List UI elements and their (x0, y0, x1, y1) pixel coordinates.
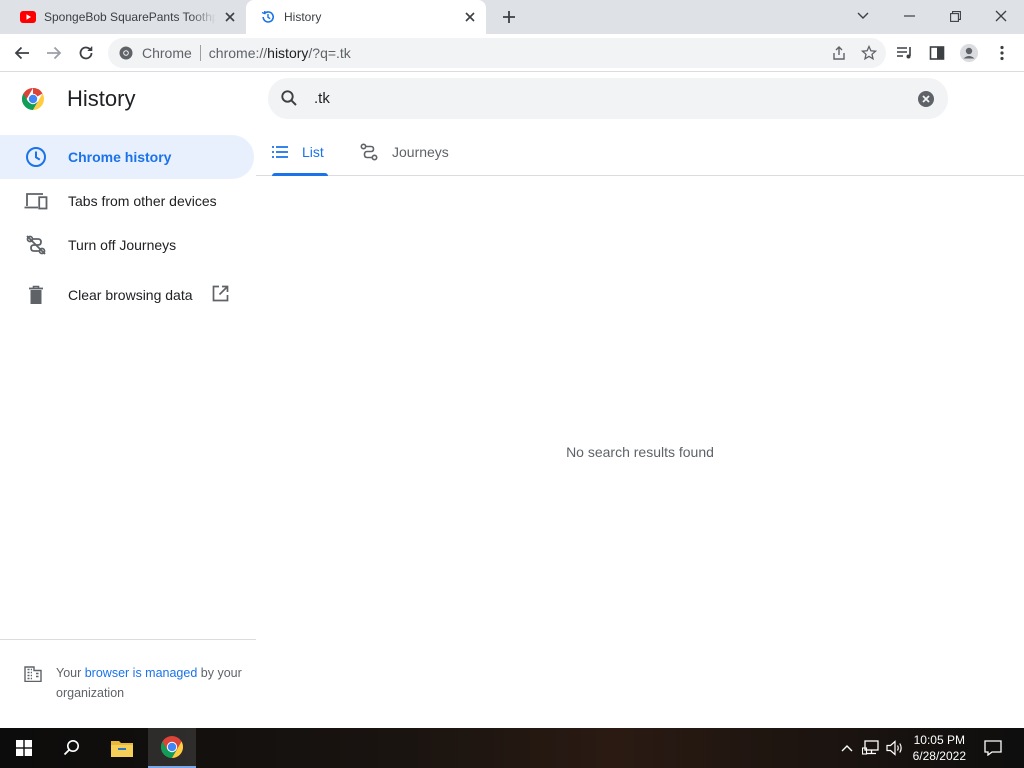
chrome-logo-icon (21, 87, 45, 111)
tab-label: Journeys (392, 143, 449, 160)
windows-taskbar: 10:05 PM 6/28/2022 (0, 728, 1024, 768)
sidebar-divider (0, 639, 256, 640)
browser-toolbar: Chrome chrome://history/?q=.tk (0, 34, 1024, 72)
windows-start-icon[interactable] (0, 728, 48, 768)
url-host: history (267, 45, 309, 61)
sidebar-item-label: Chrome history (68, 149, 172, 165)
site-chip: Chrome (142, 45, 192, 61)
active-tab-indicator (272, 173, 328, 176)
sidebar-item-label: Turn off Journeys (68, 237, 177, 253)
menu-kebab-icon[interactable] (988, 39, 1016, 67)
clock-icon (24, 146, 48, 168)
clock-time: 10:05 PM (913, 733, 965, 747)
share-icon[interactable] (828, 42, 850, 64)
history-icon (260, 9, 276, 25)
clear-search-icon[interactable] (917, 90, 935, 108)
sidebar-item-label: Tabs from other devices (68, 193, 217, 209)
search-box[interactable] (268, 78, 948, 119)
network-icon[interactable] (860, 728, 882, 768)
file-explorer-icon[interactable] (98, 728, 146, 768)
media-controls-icon[interactable] (891, 39, 919, 67)
bookmark-star-icon[interactable] (858, 42, 880, 64)
address-bar[interactable]: Chrome chrome://history/?q=.tk (108, 38, 886, 68)
sidebar-item-label: Clear browsing data (68, 287, 193, 303)
volume-icon[interactable] (884, 728, 906, 768)
list-icon (272, 145, 288, 158)
building-icon (24, 666, 42, 682)
tab-spongebob[interactable]: SpongeBob SquarePants Toothpaste (8, 0, 246, 34)
devices-icon (24, 190, 48, 212)
search-input[interactable] (314, 78, 894, 119)
page-title: History (67, 86, 136, 111)
side-panel-icon[interactable] (923, 39, 951, 67)
clock-date: 6/28/2022 (912, 749, 966, 763)
url-path: /?q=.tk (308, 45, 351, 61)
trash-icon (24, 284, 48, 306)
close-window-button[interactable] (978, 0, 1024, 32)
restore-button[interactable] (932, 0, 978, 32)
tab-title: History (284, 10, 322, 24)
system-clock[interactable]: 10:05 PM 6/28/2022 (913, 732, 966, 764)
back-button[interactable] (8, 39, 36, 67)
journeys-off-icon (24, 234, 48, 256)
sidebar-item-turn-off-journeys[interactable]: Turn off Journeys (0, 223, 254, 267)
chrome-taskbar-icon[interactable] (148, 728, 196, 768)
new-tab-button[interactable] (498, 7, 520, 27)
chevron-up-icon[interactable] (838, 728, 856, 768)
tab-journeys[interactable]: Journeys (360, 128, 449, 175)
tab-history[interactable]: History (246, 0, 486, 34)
managed-link[interactable]: browser is managed (85, 666, 198, 680)
url-scheme: chrome:// (208, 45, 268, 61)
omnibox-divider (199, 45, 201, 61)
view-tabs: List Journeys (256, 128, 1024, 176)
sidebar-item-chrome-history[interactable]: Chrome history (0, 135, 254, 179)
minimize-button[interactable] (886, 0, 932, 32)
journeys-icon (360, 142, 378, 161)
close-icon[interactable] (462, 9, 478, 25)
profile-avatar-icon[interactable] (955, 39, 983, 67)
tab-strip: SpongeBob SquarePants Toothpaste History (0, 0, 1024, 34)
empty-state-message: No search results found (566, 444, 714, 460)
sidebar-item-other-devices[interactable]: Tabs from other devices (0, 179, 254, 223)
search-icon[interactable] (48, 728, 96, 768)
close-icon[interactable] (222, 9, 238, 25)
reload-button[interactable] (72, 39, 100, 67)
tab-title: SpongeBob SquarePants Toothpaste (44, 10, 216, 24)
sidebar-item-clear-browsing-data[interactable]: Clear browsing data (0, 273, 254, 317)
tab-label: List (302, 143, 324, 160)
external-link-icon (212, 285, 229, 302)
youtube-icon (20, 9, 36, 25)
notifications-icon[interactable] (978, 728, 1008, 768)
chrome-site-icon (118, 45, 134, 61)
managed-prefix: Your (56, 666, 85, 680)
tab-search-icon[interactable] (840, 0, 886, 32)
tab-list[interactable]: List (272, 128, 328, 176)
forward-button[interactable] (40, 39, 68, 67)
search-icon (280, 89, 298, 107)
